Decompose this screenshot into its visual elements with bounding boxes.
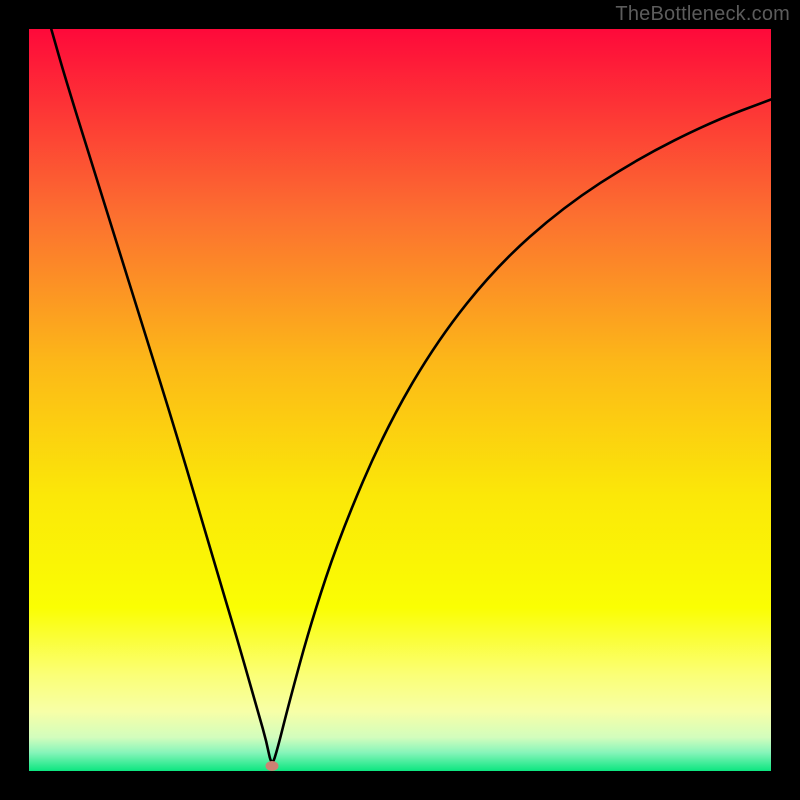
chart-frame: TheBottleneck.com [0, 0, 800, 800]
watermark-text: TheBottleneck.com [615, 3, 790, 26]
bottleneck-curve [29, 29, 771, 771]
min-point-marker [265, 761, 278, 771]
plot-area [29, 29, 771, 771]
